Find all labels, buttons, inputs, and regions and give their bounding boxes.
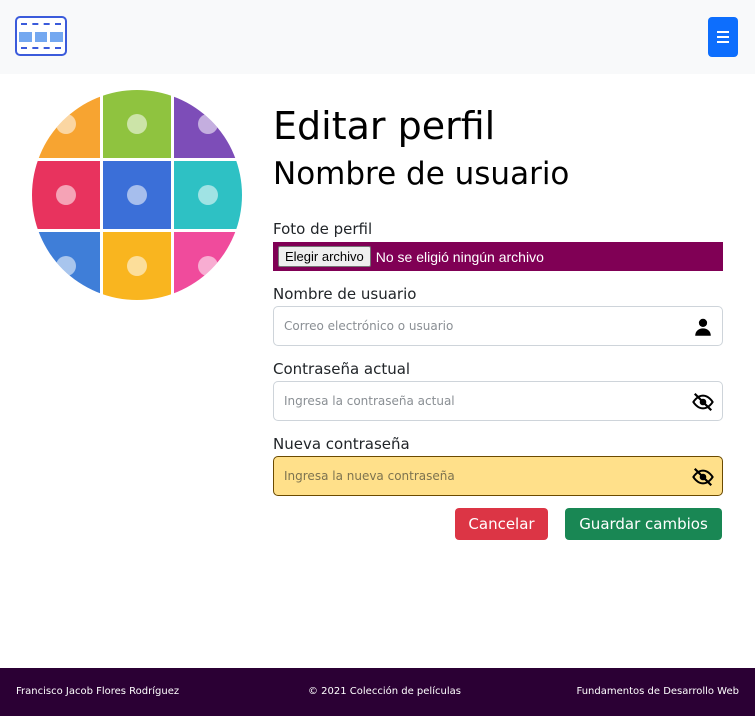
choose-file-button[interactable]: Elegir archivo: [278, 246, 371, 267]
footer-author: Francisco Jacob Flores Rodríguez: [16, 686, 180, 697]
avatar-tile: [103, 232, 171, 300]
username-input[interactable]: [274, 307, 674, 345]
avatar-tile: [174, 161, 242, 229]
avatar-tile: [103, 161, 171, 229]
avatar-tile: [32, 161, 100, 229]
username-label: Nombre de usuario: [273, 285, 417, 303]
footer: Francisco Jacob Flores Rodríguez © 2021 …: [0, 668, 755, 716]
navbar: [0, 0, 755, 74]
eye-slash-icon[interactable]: [692, 466, 714, 488]
film-strip-icon[interactable]: [15, 16, 67, 56]
eye-slash-icon[interactable]: [692, 391, 714, 413]
new-password-input[interactable]: [274, 457, 674, 495]
username-field: [273, 306, 723, 346]
cancel-button[interactable]: Cancelar: [455, 508, 548, 540]
page-subtitle: Nombre de usuario: [273, 156, 570, 192]
avatar-tile: [32, 90, 100, 158]
avatar-tile: [174, 232, 242, 300]
new-password-label: Nueva contraseña: [273, 435, 410, 453]
save-changes-button[interactable]: Guardar cambios: [565, 508, 722, 540]
avatar-tile: [32, 232, 100, 300]
footer-copyright: © 2021 Colección de películas: [308, 686, 461, 697]
current-password-input[interactable]: [274, 382, 674, 420]
new-password-field: [273, 456, 723, 496]
avatar-tile: [103, 90, 171, 158]
hamburger-menu-icon[interactable]: [708, 17, 738, 57]
user-icon: [695, 318, 711, 336]
file-status: No se eligió ningún archivo: [375, 248, 544, 265]
photo-label: Foto de perfil: [273, 220, 373, 238]
footer-course: Fundamentos de Desarrollo Web: [576, 686, 740, 697]
current-password-label: Contraseña actual: [273, 360, 411, 378]
profile-avatar: [32, 90, 242, 300]
photo-file-input[interactable]: Elegir archivo No se eligió ningún archi…: [273, 242, 723, 271]
page-title: Editar perfil: [273, 104, 496, 148]
current-password-field: [273, 381, 723, 421]
avatar-tile: [174, 90, 242, 158]
